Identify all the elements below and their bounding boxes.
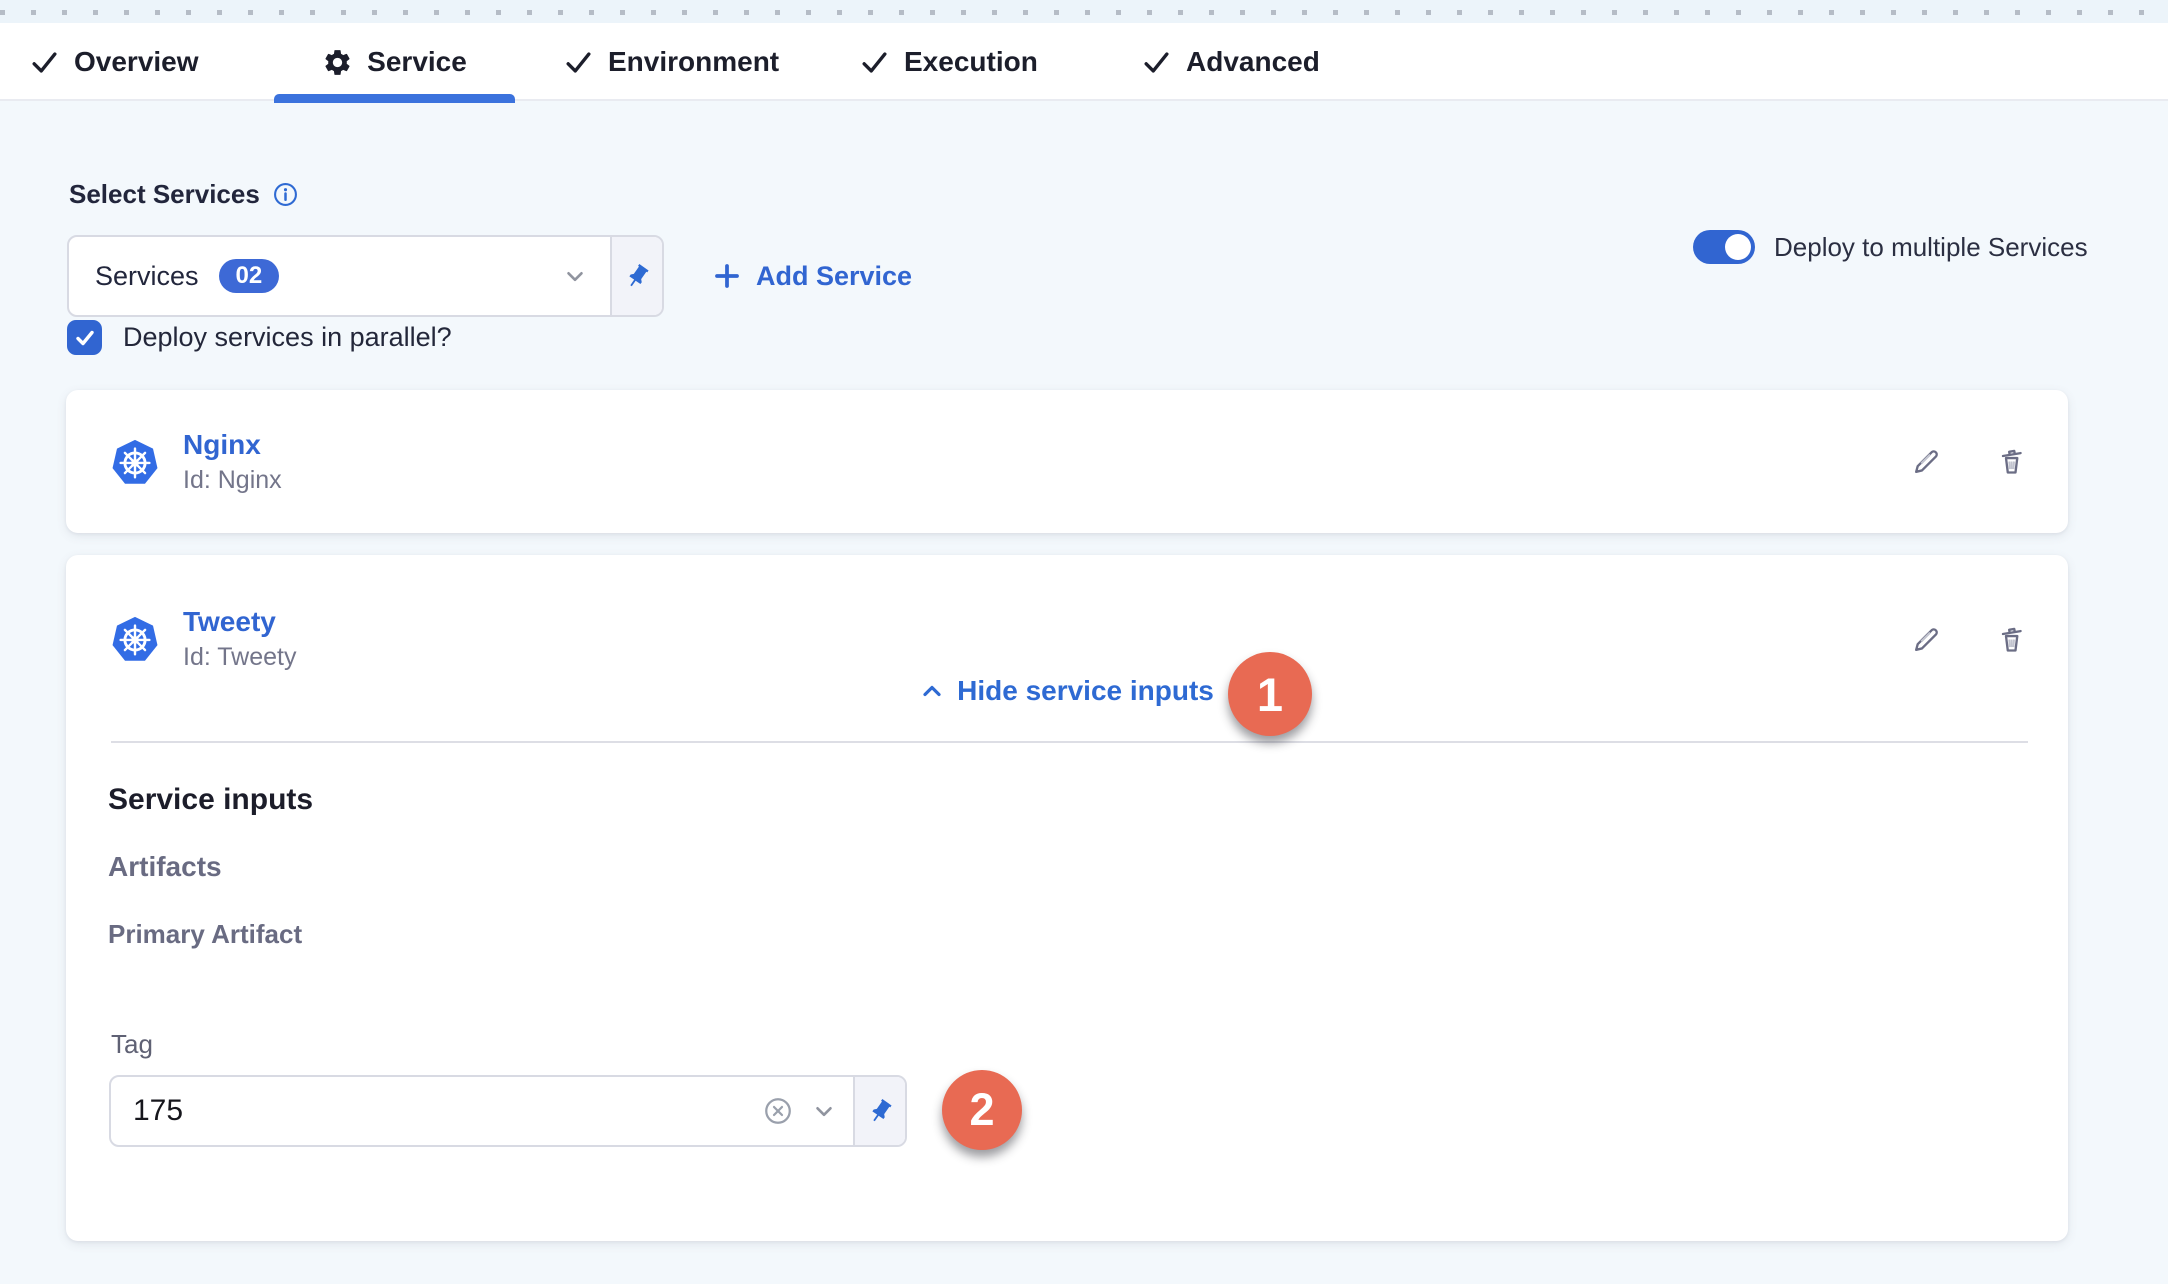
info-icon[interactable] (273, 182, 298, 207)
annotation-badge-1: 1 (1228, 652, 1312, 736)
select-services-label-text: Select Services (69, 179, 260, 210)
select-services-label: Select Services (69, 179, 298, 210)
service-card-header: Nginx Id: Nginx (111, 390, 2028, 533)
deploy-multiple-toggle[interactable] (1693, 230, 1755, 264)
deploy-multiple-row: Deploy to multiple Services (1693, 230, 2088, 264)
primary-artifact-heading: Primary Artifact (108, 919, 302, 950)
gear-icon (322, 47, 353, 78)
service-titles: Tweety Id: Tweety (183, 606, 297, 672)
services-count-badge: 02 (219, 259, 280, 293)
card-actions (1910, 445, 2028, 478)
artifacts-heading: Artifacts (108, 851, 222, 883)
edit-service-button[interactable] (1910, 445, 1943, 478)
pin-button[interactable] (610, 237, 662, 315)
tab-label: Service (367, 46, 467, 78)
service-card-nginx: Nginx Id: Nginx (66, 390, 2068, 533)
service-id: Id: Tweety (183, 643, 297, 672)
check-icon (29, 47, 60, 78)
service-inputs-title: Service inputs (108, 783, 313, 817)
service-name-link[interactable]: Nginx (183, 429, 282, 461)
add-service-button[interactable]: Add Service (712, 235, 912, 317)
check-icon (859, 47, 890, 78)
clear-circle-icon (763, 1096, 793, 1126)
kubernetes-icon (111, 615, 159, 663)
delete-service-button[interactable] (1995, 623, 2028, 656)
plus-icon (712, 261, 742, 291)
tag-label: Tag (111, 1029, 153, 1060)
divider (111, 741, 2028, 743)
service-id: Id: Nginx (183, 466, 282, 495)
hide-service-inputs-link[interactable]: Hide service inputs (66, 675, 2068, 707)
services-select-text: Services (95, 261, 199, 292)
delete-service-button[interactable] (1995, 445, 2028, 478)
chevron-down-icon[interactable] (811, 1098, 853, 1124)
pencil-icon (1910, 623, 1943, 656)
parallel-label: Deploy services in parallel? (123, 322, 452, 353)
tab-label: Advanced (1186, 46, 1320, 78)
service-titles: Nginx Id: Nginx (183, 429, 282, 495)
tab-overview[interactable]: Overview (29, 23, 199, 101)
tag-field-group (109, 1075, 907, 1147)
tag-input[interactable] (111, 1094, 763, 1128)
tab-advanced[interactable]: Advanced (1141, 23, 1320, 101)
check-icon (1141, 47, 1172, 78)
services-select[interactable]: Services 02 (67, 235, 664, 317)
service-name-link[interactable]: Tweety (183, 606, 297, 638)
hide-service-inputs-label: Hide service inputs (957, 675, 1214, 707)
pin-icon (618, 257, 656, 295)
service-card-header: Tweety Id: Tweety (111, 599, 2028, 679)
top-dotted-strip (0, 0, 2168, 23)
pin-button[interactable] (853, 1077, 905, 1145)
trash-icon (1995, 445, 2028, 478)
clear-tag-button[interactable] (763, 1096, 811, 1126)
tab-label: Environment (608, 46, 779, 78)
parallel-checkbox[interactable] (67, 320, 102, 355)
stage-tabbar: Overview Service Environment Execution A… (0, 23, 2168, 101)
tab-service[interactable]: Service (274, 23, 515, 101)
service-card-tweety: Tweety Id: Tweety Hide service inputs Se… (66, 555, 2068, 1241)
check-icon (563, 47, 594, 78)
pencil-icon (1910, 445, 1943, 478)
kubernetes-icon (111, 438, 159, 486)
service-tab-content: Select Services Services 02 Add Service … (0, 101, 2168, 1284)
tab-environment[interactable]: Environment (563, 23, 779, 101)
check-icon (73, 326, 97, 350)
card-actions (1910, 623, 2028, 656)
chevron-down-icon[interactable] (540, 263, 610, 289)
toggle-knob (1725, 234, 1751, 260)
deploy-multiple-label: Deploy to multiple Services (1774, 232, 2088, 263)
tab-execution[interactable]: Execution (859, 23, 1038, 101)
annotation-badge-2: 2 (942, 1070, 1022, 1150)
services-select-value: Services 02 (69, 259, 540, 293)
tab-label: Overview (74, 46, 199, 78)
tab-label: Execution (904, 46, 1038, 78)
trash-icon (1995, 623, 2028, 656)
parallel-row: Deploy services in parallel? (67, 320, 452, 355)
chevron-up-icon (920, 679, 944, 703)
edit-service-button[interactable] (1910, 623, 1943, 656)
pin-icon (861, 1092, 899, 1130)
add-service-label: Add Service (756, 261, 912, 292)
